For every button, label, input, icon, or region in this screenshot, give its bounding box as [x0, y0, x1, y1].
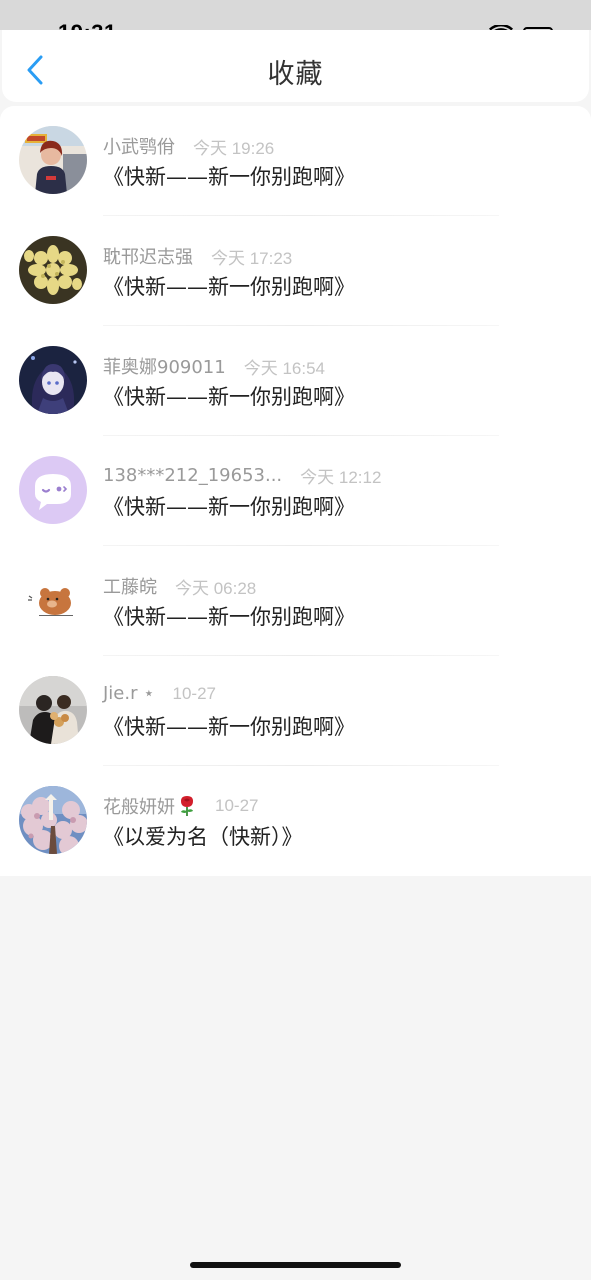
favorite-item[interactable]: 耽邗迟志强 今天 17:23 《快新——新一你别跑啊》 [0, 216, 591, 326]
username[interactable]: 花般妍妍 [103, 793, 175, 819]
avatar[interactable] [19, 456, 87, 524]
favorite-item[interactable]: 菲奥娜909011 今天 16:54 《快新——新一你别跑啊》 [0, 326, 591, 436]
username[interactable]: Jie.r ⋆ [103, 683, 155, 704]
favorite-item[interactable]: 138***212_19653... 今天 12:12 《快新——新一你别跑啊》 [0, 436, 591, 546]
avatar[interactable] [19, 566, 87, 634]
avatar[interactable] [19, 346, 87, 414]
work-title[interactable]: 《以爱为名（快新）》 [103, 821, 303, 851]
username[interactable]: 小武鹗佾 [103, 133, 175, 159]
username[interactable]: 耽邗迟志强 [103, 243, 193, 269]
timestamp: 10-27 [172, 683, 216, 703]
timestamp: 今天 16:54 [243, 358, 325, 378]
item-meta: 花般妍妍 10-27 [103, 793, 258, 819]
avatar[interactable] [19, 676, 87, 744]
username[interactable]: 138***212_19653... [103, 465, 282, 486]
item-meta: 工藤皖 今天 06:28 [103, 573, 256, 599]
item-meta: Jie.r ⋆ 10-27 [103, 683, 216, 704]
favorite-item[interactable]: 花般妍妍 10-27 《以爱为名（快新）》 [0, 766, 591, 876]
favorite-item[interactable]: 工藤皖 今天 06:28 《快新——新一你别跑啊》 [0, 546, 591, 656]
work-title[interactable]: 《快新——新一你别跑啊》 [103, 271, 355, 301]
username[interactable]: 工藤皖 [103, 573, 157, 599]
item-meta: 菲奥娜909011 今天 16:54 [103, 353, 325, 379]
work-title[interactable]: 《快新——新一你别跑啊》 [103, 601, 355, 631]
rose-icon [181, 796, 193, 816]
favorite-item[interactable]: 小武鹗佾 今天 19:26 《快新——新一你别跑啊》 [0, 106, 591, 216]
username[interactable]: 菲奥娜909011 [103, 353, 226, 379]
work-title[interactable]: 《快新——新一你别跑啊》 [103, 711, 355, 741]
favorites-list: 小武鹗佾 今天 19:26 《快新——新一你别跑啊》 耽邗迟志强 今天 17:2… [0, 106, 591, 876]
favorite-item[interactable]: Jie.r ⋆ 10-27 《快新——新一你别跑啊》 [0, 656, 591, 766]
item-meta: 138***212_19653... 今天 12:12 [103, 463, 381, 488]
avatar[interactable] [19, 126, 87, 194]
timestamp: 今天 17:23 [211, 248, 293, 268]
page-title: 收藏 [267, 59, 324, 90]
work-title[interactable]: 《快新——新一你别跑啊》 [103, 491, 355, 521]
work-title[interactable]: 《快新——新一你别跑啊》 [103, 161, 355, 191]
timestamp: 10-27 [215, 796, 259, 815]
avatar[interactable] [19, 786, 87, 854]
navigation-bar: 收藏 [2, 30, 589, 102]
status-bar: 19:31 [0, 0, 591, 45]
item-meta: 小武鹗佾 今天 19:26 [103, 133, 274, 159]
timestamp: 今天 06:28 [175, 578, 257, 598]
item-meta: 耽邗迟志强 今天 17:23 [103, 243, 292, 269]
home-indicator [190, 1262, 401, 1268]
work-title[interactable]: 《快新——新一你别跑啊》 [103, 381, 355, 411]
timestamp: 今天 19:26 [193, 138, 275, 158]
avatar[interactable] [19, 236, 87, 304]
timestamp: 今天 12:12 [300, 468, 382, 487]
